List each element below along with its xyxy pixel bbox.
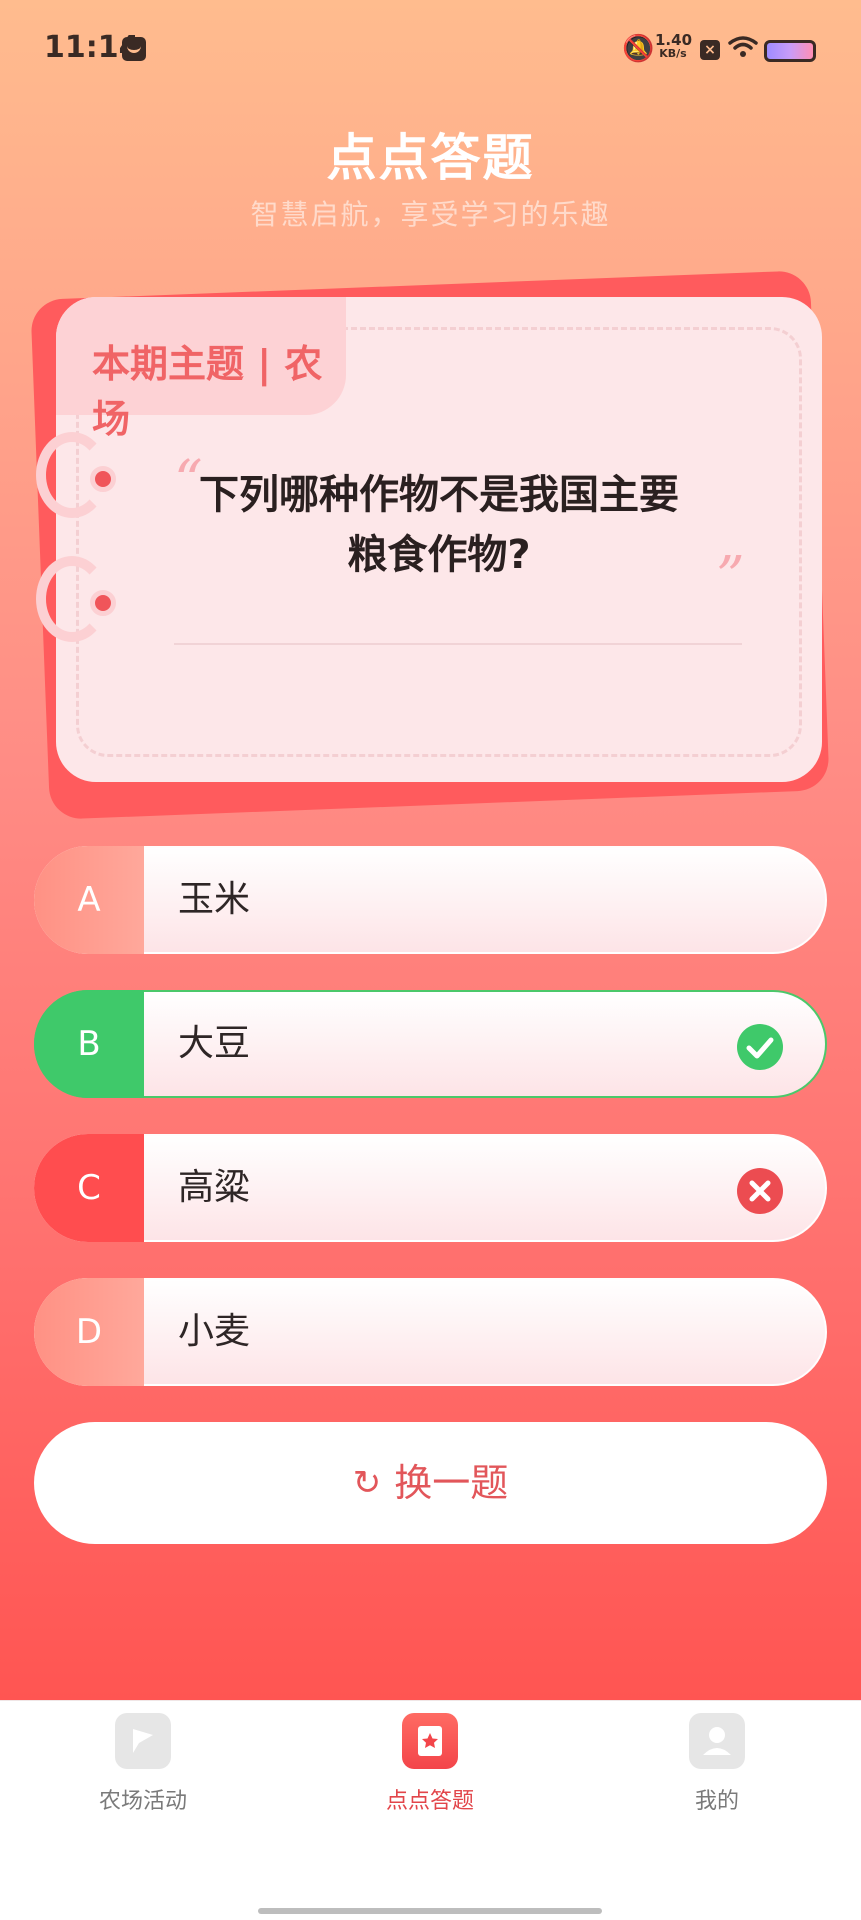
close-quote-icon: ”	[716, 545, 745, 610]
binder-hole-icon	[90, 466, 116, 492]
refresh-icon: ↻	[352, 1463, 382, 1503]
network-speed: 1.40 KB/s	[655, 31, 693, 61]
option-c[interactable]: C 高粱	[34, 1134, 827, 1242]
question-text: 下列哪种作物不是我国主要 粮食作物?	[176, 465, 702, 585]
nav-item-quiz[interactable]: 点点答题	[330, 1713, 530, 1815]
nav-label: 农场活动	[98, 1789, 187, 1814]
home-indicator[interactable]	[258, 1908, 602, 1914]
page-title: 点点答题	[326, 129, 535, 187]
option-a[interactable]: A 玉米	[34, 846, 827, 954]
nav-item-profile[interactable]: 我的	[617, 1713, 817, 1815]
flag-icon	[115, 1713, 171, 1769]
topic-label: 本期主题 | 农场	[92, 342, 323, 441]
option-d[interactable]: D 小麦	[34, 1278, 827, 1386]
option-b[interactable]: B 大豆	[34, 990, 827, 1098]
option-text: 大豆	[178, 1023, 251, 1064]
close-box-icon: ×	[700, 40, 720, 60]
mute-bell-icon: 🔕	[622, 34, 655, 64]
option-text: 玉米	[178, 879, 251, 920]
battery-icon	[764, 40, 816, 62]
wrong-x-icon	[737, 1168, 783, 1214]
card-divider	[174, 643, 742, 645]
question-card: 本期主题 | 农场 “ 下列哪种作物不是我国主要 粮食作物? ”	[56, 297, 822, 782]
option-letter-badge: B	[34, 990, 144, 1098]
wifi-icon	[728, 36, 758, 57]
question-line-1: 下列哪种作物不是我国主要	[199, 472, 679, 518]
network-speed-value: 1.40	[655, 31, 693, 49]
binder-hole-icon	[90, 590, 116, 616]
option-letter-badge: A	[34, 846, 144, 954]
change-question-button[interactable]: ↻ 换一题	[34, 1422, 827, 1544]
message-icon	[122, 37, 146, 61]
nav-label: 我的	[694, 1789, 739, 1814]
network-speed-unit: KB/s	[659, 47, 687, 60]
question-line-2: 粮食作物?	[347, 532, 531, 578]
page-subtitle: 智慧启航，享受学习的乐趣	[250, 198, 611, 231]
option-text: 小麦	[178, 1311, 251, 1352]
nav-label: 点点答题	[385, 1789, 474, 1814]
profile-icon	[689, 1713, 745, 1769]
nav-item-farm-activity[interactable]: 农场活动	[43, 1713, 243, 1815]
change-question-label: 换一题	[394, 1461, 509, 1505]
status-bar: 11:14 🔕 1.40 KB/s ×	[0, 0, 861, 100]
option-letter-badge: D	[34, 1278, 144, 1386]
star-icon	[402, 1713, 458, 1769]
topic-tag: 本期主题 | 农场	[56, 297, 346, 441]
bottom-nav: 农场活动 点点答题 我的	[0, 1700, 861, 1920]
check-icon	[737, 1024, 783, 1070]
option-text: 高粱	[178, 1167, 251, 1208]
option-letter-badge: C	[34, 1134, 144, 1242]
